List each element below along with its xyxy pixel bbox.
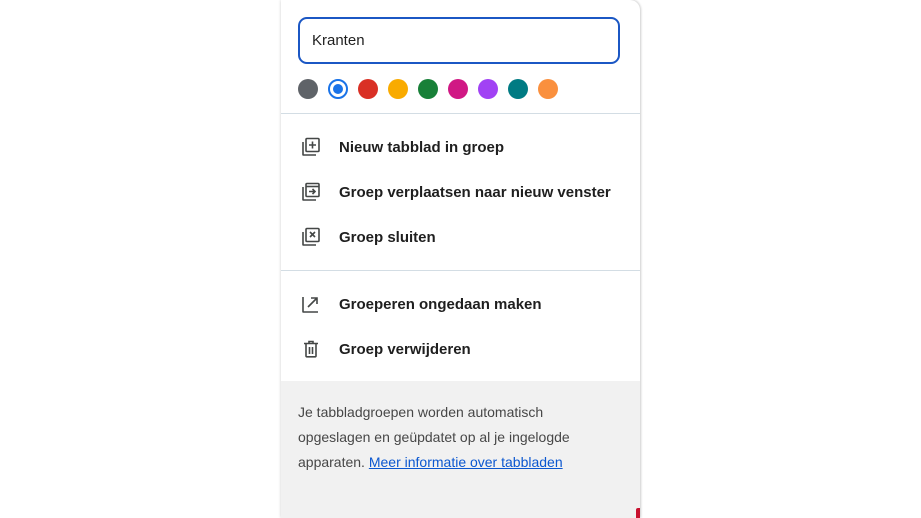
close-group-icon: [300, 226, 322, 248]
move-to-window-icon: [300, 181, 322, 203]
move-group-label: Groep verplaatsen naar nieuw venster: [339, 183, 611, 201]
color-swatch-yellow[interactable]: [388, 79, 408, 99]
color-swatch-green[interactable]: [418, 79, 438, 99]
new-tab-in-group-label: Nieuw tabblad in groep: [339, 138, 505, 156]
color-picker: [298, 78, 558, 100]
background-window-edge-red: [636, 508, 640, 518]
color-swatch-cyan[interactable]: [508, 79, 528, 99]
color-swatch-red[interactable]: [358, 79, 378, 99]
close-group-label: Groep sluiten: [339, 228, 436, 246]
color-swatch-pink[interactable]: [448, 79, 468, 99]
color-swatch-orange[interactable]: [538, 79, 558, 99]
ungroup-button[interactable]: Groeperen ongedaan maken: [281, 284, 640, 324]
new-tab-in-group-button[interactable]: Nieuw tabblad in groep: [281, 127, 640, 167]
tab-group-editor-panel: Nieuw tabblad in groep Groep verplaatsen…: [281, 0, 640, 518]
ungroup-icon: [300, 293, 322, 315]
delete-group-label: Groep verwijderen: [339, 340, 471, 358]
color-swatch-blue[interactable]: [328, 79, 348, 99]
color-swatch-grey[interactable]: [298, 79, 318, 99]
sync-info-text: Je tabbladgroepen worden automatisch opg…: [298, 400, 618, 475]
learn-more-link[interactable]: Meer informatie over tabbladen: [369, 454, 563, 470]
ungroup-label: Groeperen ongedaan maken: [339, 295, 542, 313]
color-swatch-purple[interactable]: [478, 79, 498, 99]
group-name-input[interactable]: [298, 17, 620, 64]
move-group-to-new-window-button[interactable]: Groep verplaatsen naar nieuw venster: [281, 172, 640, 212]
trash-icon: [300, 338, 322, 360]
divider: [281, 270, 640, 271]
divider: [281, 113, 640, 114]
new-tab-in-group-icon: [300, 136, 322, 158]
sync-info-footer: Je tabbladgroepen worden automatisch opg…: [281, 381, 640, 518]
close-group-button[interactable]: Groep sluiten: [281, 217, 640, 257]
delete-group-button[interactable]: Groep verwijderen: [281, 329, 640, 369]
